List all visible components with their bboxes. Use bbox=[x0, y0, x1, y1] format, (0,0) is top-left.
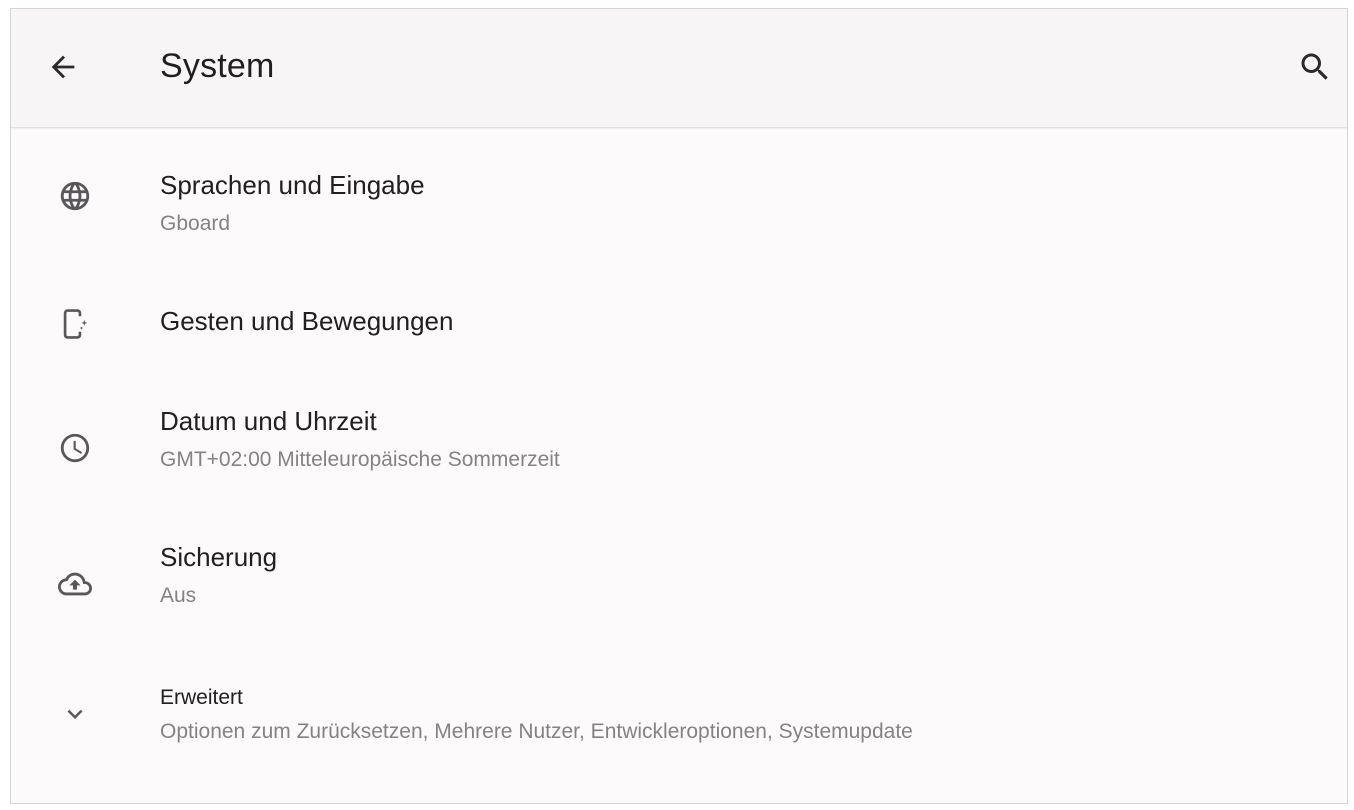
search-icon bbox=[1301, 53, 1328, 80]
cloud-upload-icon bbox=[53, 562, 97, 606]
back-button[interactable] bbox=[39, 43, 87, 91]
item-title: Datum und Uhrzeit bbox=[160, 406, 377, 436]
item-title: Erweitert bbox=[160, 686, 243, 709]
clock-icon bbox=[53, 426, 97, 470]
list-item-gestures[interactable]: Gesten und Bewegungen bbox=[11, 264, 1347, 382]
list-item-languages[interactable]: Sprachen und Eingabe Gboard bbox=[11, 128, 1347, 264]
phone-gesture-icon bbox=[53, 302, 97, 346]
list-item-advanced[interactable]: Erweitert Optionen zum Zurücksetzen, Meh… bbox=[11, 656, 1347, 796]
item-subtitle: GMT+02:00 Mitteleuropäische Sommerzeit bbox=[160, 448, 560, 471]
item-subtitle: Aus bbox=[160, 584, 197, 607]
item-subtitle: Gboard bbox=[160, 212, 231, 235]
globe-icon bbox=[53, 174, 97, 218]
item-subtitle: Optionen zum Zurücksetzen, Mehrere Nutze… bbox=[160, 720, 913, 743]
item-title: Gesten und Bewegungen bbox=[160, 306, 454, 336]
arrow-back-icon bbox=[51, 55, 75, 79]
item-title: Sprachen und Eingabe bbox=[160, 170, 425, 200]
list-item-backup[interactable]: Sicherung Aus bbox=[11, 520, 1347, 656]
page-title: System bbox=[160, 47, 275, 85]
settings-window: System Sprachen und Eingabe Gboard Geste… bbox=[10, 8, 1348, 804]
search-button[interactable] bbox=[1291, 43, 1339, 91]
app-bar: System bbox=[11, 9, 1347, 128]
list-item-date-time[interactable]: Datum und Uhrzeit GMT+02:00 Mitteleuropä… bbox=[11, 382, 1347, 520]
chevron-down-icon bbox=[53, 692, 97, 736]
item-title: Sicherung bbox=[160, 542, 278, 572]
